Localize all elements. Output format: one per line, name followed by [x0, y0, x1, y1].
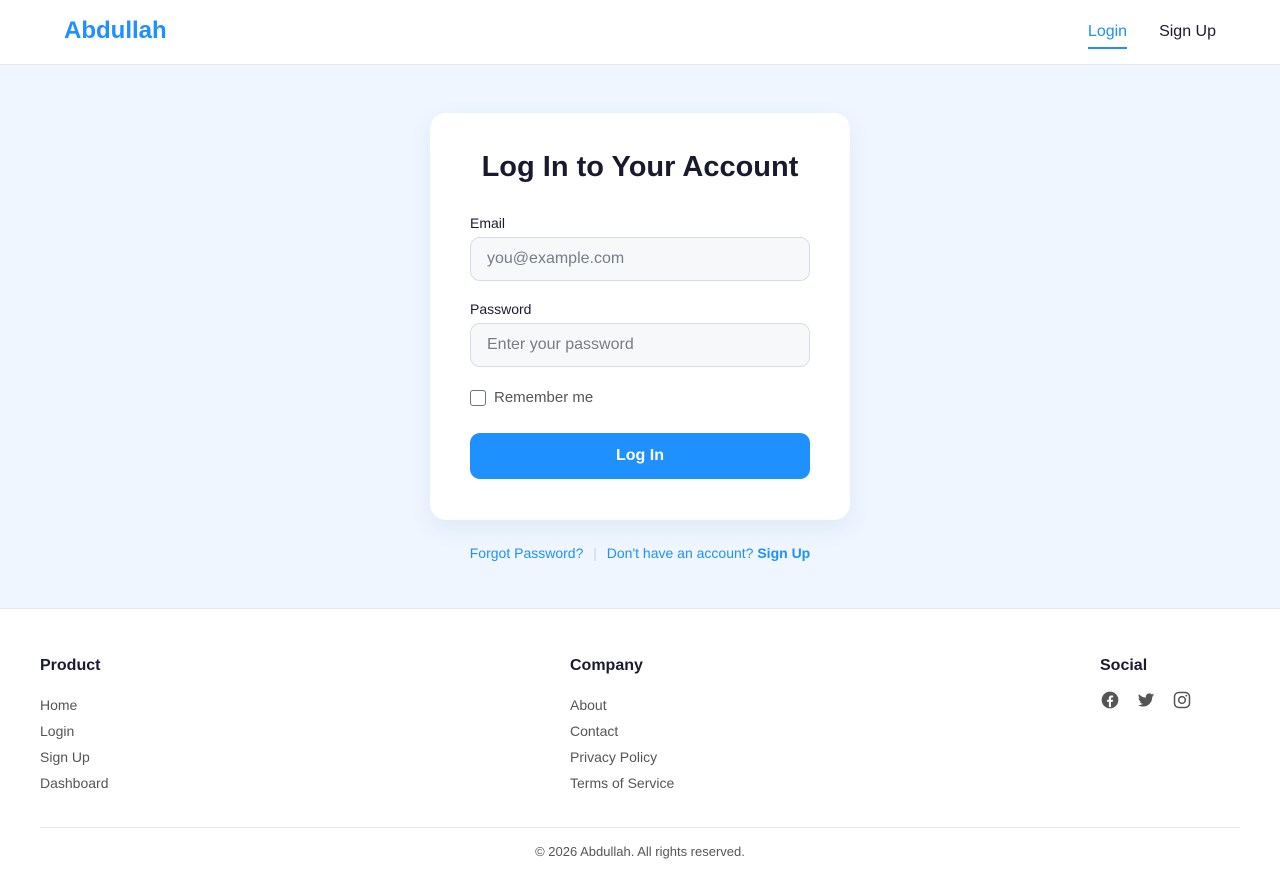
facebook-icon[interactable] [1100, 690, 1120, 710]
footer-link-terms[interactable]: Terms of Service [570, 770, 674, 796]
password-group: Password [470, 301, 810, 367]
footer-link-login[interactable]: Login [40, 718, 109, 744]
password-label: Password [470, 301, 532, 317]
main-section: Log In to Your Account Email Password Re… [0, 65, 1280, 609]
brand-logo[interactable]: Abdullah [64, 17, 167, 45]
footer-company-column: Company About Contact Privacy Policy Ter… [570, 657, 674, 796]
copyright-text: © 2026 Abdullah. All rights reserved. [535, 844, 745, 859]
nav-signup-link[interactable]: Sign Up [1159, 15, 1216, 49]
login-card: Log In to Your Account Email Password Re… [430, 113, 850, 520]
footer-link-dashboard[interactable]: Dashboard [40, 770, 109, 796]
signup-link[interactable]: Sign Up [757, 545, 810, 561]
remember-me-row: Remember me [470, 389, 810, 406]
footer-divider [40, 827, 1240, 828]
site-footer: Product Home Login Sign Up Dashboard Com… [0, 609, 1280, 883]
footer-link-contact[interactable]: Contact [570, 718, 674, 744]
login-button[interactable]: Log In [470, 433, 810, 479]
nav-login-link[interactable]: Login [1087, 15, 1128, 49]
page-title: Log In to Your Account [481, 151, 799, 183]
remember-me-label[interactable]: Remember me [494, 389, 593, 406]
link-separator: | [593, 545, 597, 561]
email-group: Email [470, 215, 810, 281]
email-input[interactable] [470, 237, 810, 281]
footer-link-about[interactable]: About [570, 692, 674, 718]
no-account-text: Don't have an account? [606, 545, 754, 561]
remember-me-checkbox[interactable] [470, 389, 486, 406]
footer-link-home[interactable]: Home [40, 692, 109, 718]
top-nav: Login Sign Up [1087, 0, 1216, 64]
footer-social-column: Social [1100, 657, 1192, 710]
footer-company-heading: Company [570, 657, 643, 674]
footer-link-signup[interactable]: Sign Up [40, 744, 109, 770]
forgot-password-link[interactable]: Forgot Password? [470, 545, 584, 561]
password-input[interactable] [470, 323, 810, 367]
auth-links: Forgot Password? | Don't have an account… [0, 545, 1280, 561]
footer-link-privacy[interactable]: Privacy Policy [570, 744, 674, 770]
footer-product-heading: Product [40, 657, 101, 674]
footer-social-heading: Social [1100, 657, 1148, 674]
site-header: Abdullah Login Sign Up [0, 0, 1280, 65]
instagram-icon[interactable] [1172, 690, 1192, 710]
footer-product-column: Product Home Login Sign Up Dashboard [40, 657, 109, 796]
email-label: Email [470, 215, 506, 231]
twitter-icon[interactable] [1136, 690, 1156, 710]
